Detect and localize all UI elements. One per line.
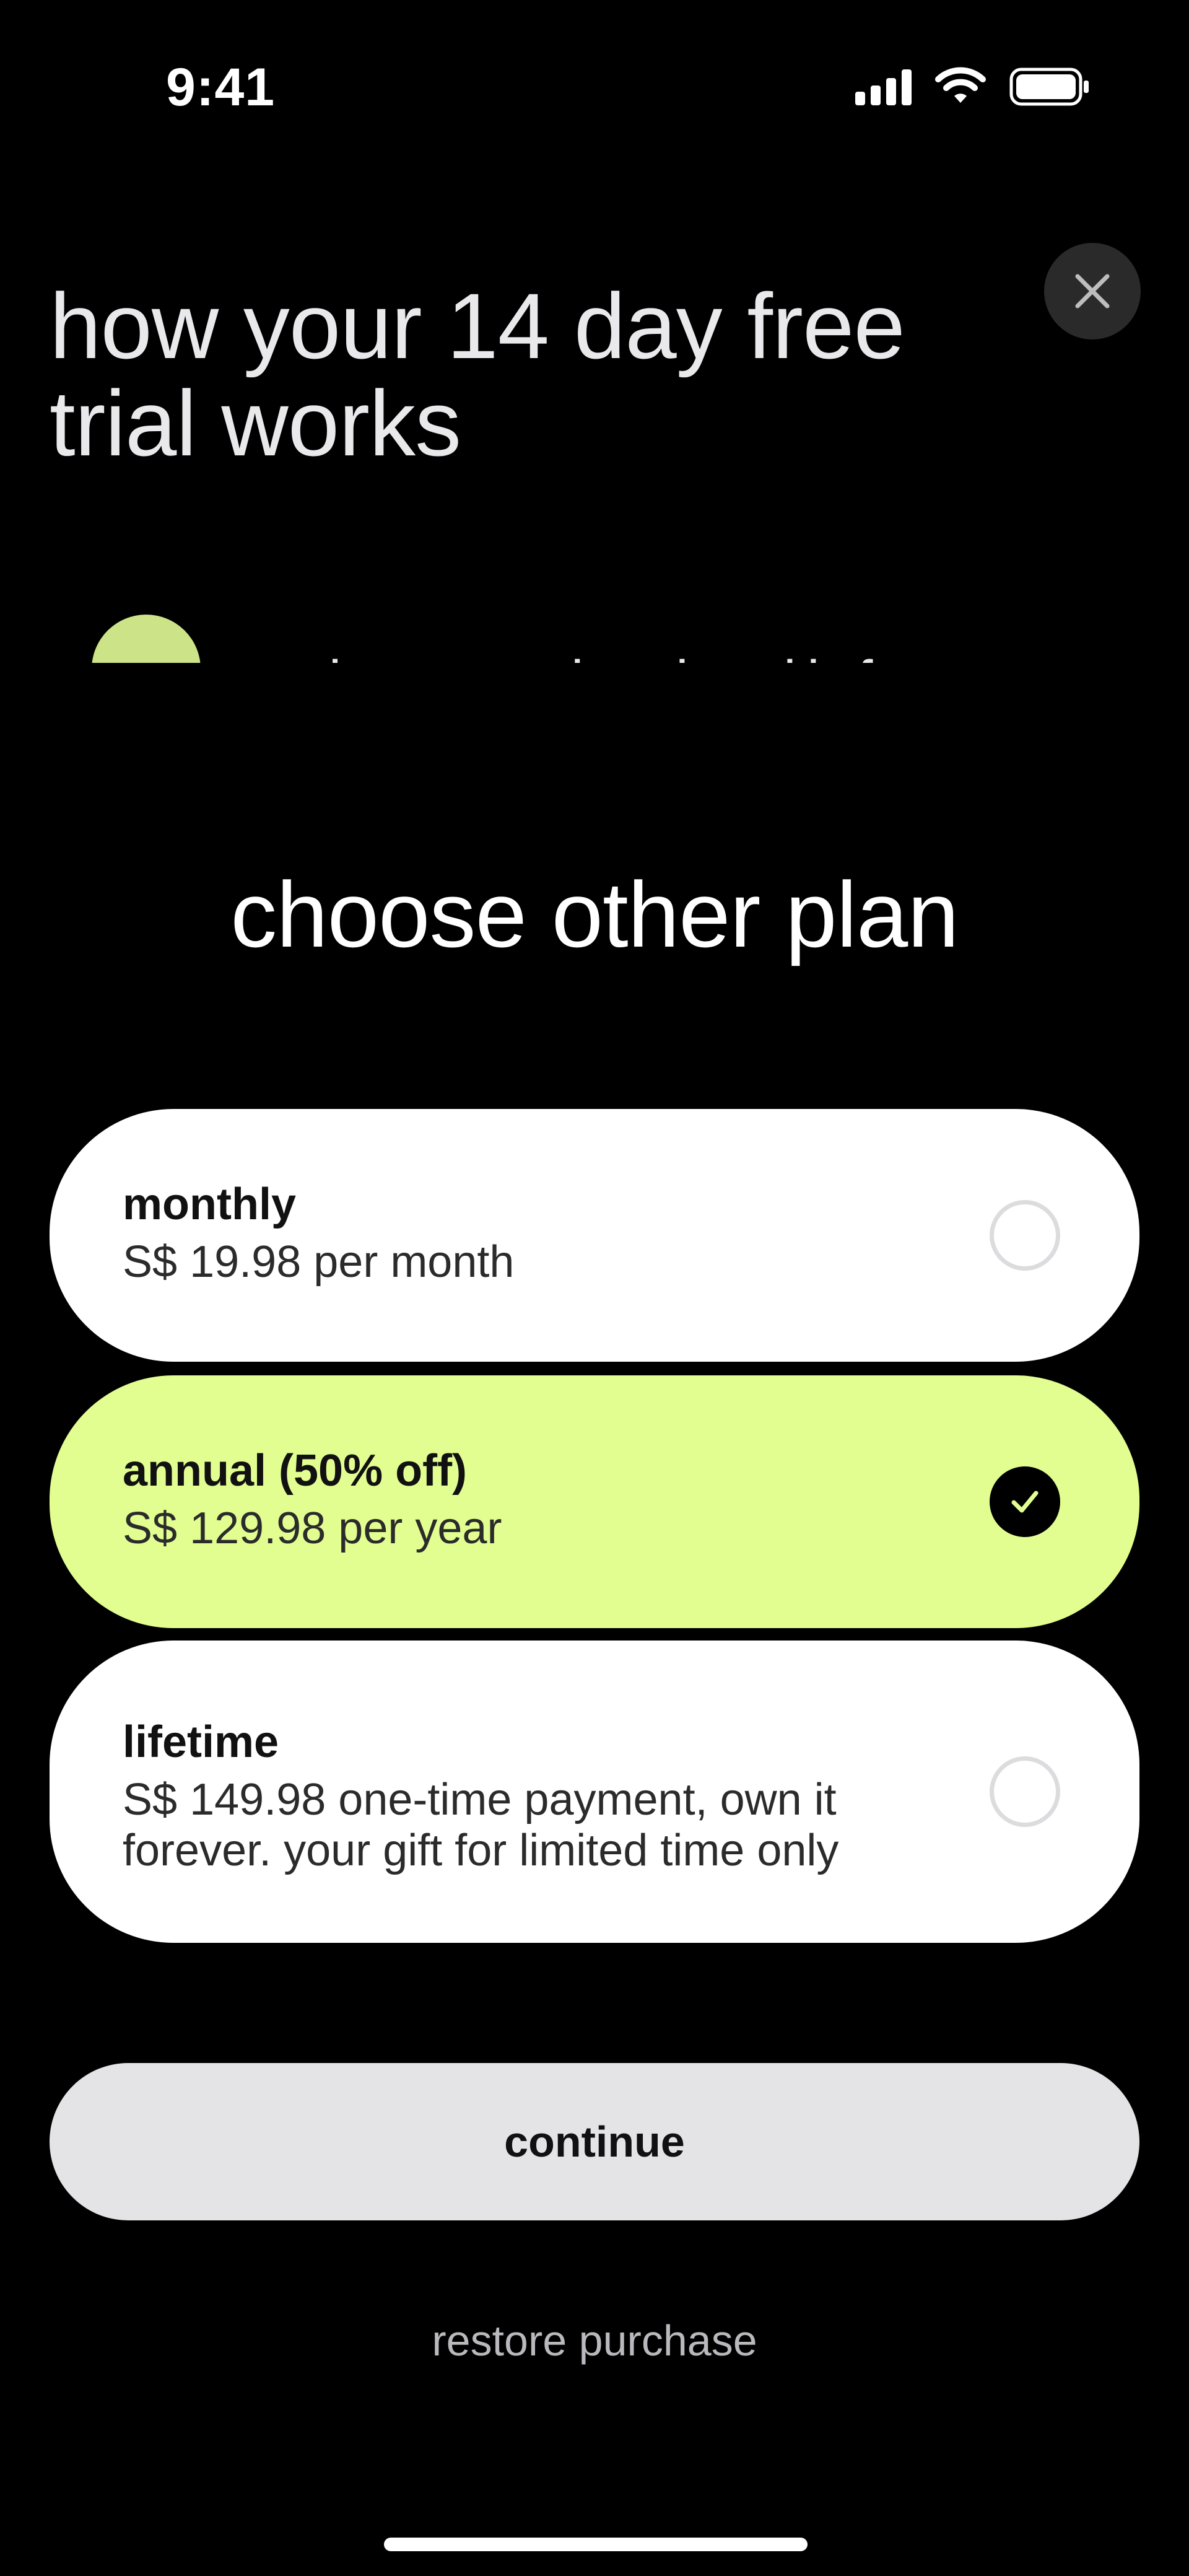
plan-text: annual (50% off) S$ 129.98 per year [123, 1444, 977, 1554]
continue-button[interactable]: continue [50, 2063, 1139, 2220]
close-button[interactable] [1044, 243, 1141, 340]
checkmark-icon [1011, 1491, 1039, 1513]
restore-purchase-link[interactable]: restore purchase [0, 2316, 1189, 2365]
plan-name: monthly [123, 1180, 296, 1229]
plan-name: lifetime [123, 1717, 279, 1767]
battery-icon [1009, 68, 1089, 106]
plan-price: S$ 149.98 one-time payment, own it forev… [123, 1775, 839, 1875]
check-circle-icon [92, 615, 201, 663]
plan-name: annual (50% off) [123, 1446, 468, 1496]
trial-step-peek: today: unlock all features [0, 589, 1189, 663]
trial-step-text: today: unlock all features [242, 649, 1148, 663]
plan-text: monthly S$ 19.98 per month [123, 1177, 977, 1287]
section-title: choose other plan [230, 862, 959, 966]
plan-radio-lifetime[interactable] [990, 1756, 1060, 1827]
plan-card-lifetime[interactable]: lifetime S$ 149.98 one-time payment, own… [50, 1641, 1139, 1943]
status-icons [855, 67, 1090, 107]
plan-card-annual[interactable]: annual (50% off) S$ 129.98 per year [50, 1375, 1139, 1628]
plan-radio-annual[interactable] [990, 1466, 1060, 1537]
plan-price: S$ 129.98 per year [123, 1504, 502, 1553]
wifi-icon [935, 67, 986, 103]
home-indicator [384, 2538, 808, 2551]
signal-icon [855, 68, 912, 105]
status-bar: 9:41 [0, 0, 1189, 180]
plan-price: S$ 19.98 per month [123, 1237, 515, 1287]
trial-title: how your 14 day free trial works [50, 274, 905, 475]
plan-text: lifetime S$ 149.98 one-time payment, own… [123, 1715, 977, 1876]
plan-card-monthly[interactable]: monthly S$ 19.98 per month [50, 1109, 1139, 1362]
close-icon [1075, 274, 1110, 309]
plan-radio-monthly[interactable] [990, 1200, 1060, 1271]
status-time: 9:41 [166, 58, 276, 117]
